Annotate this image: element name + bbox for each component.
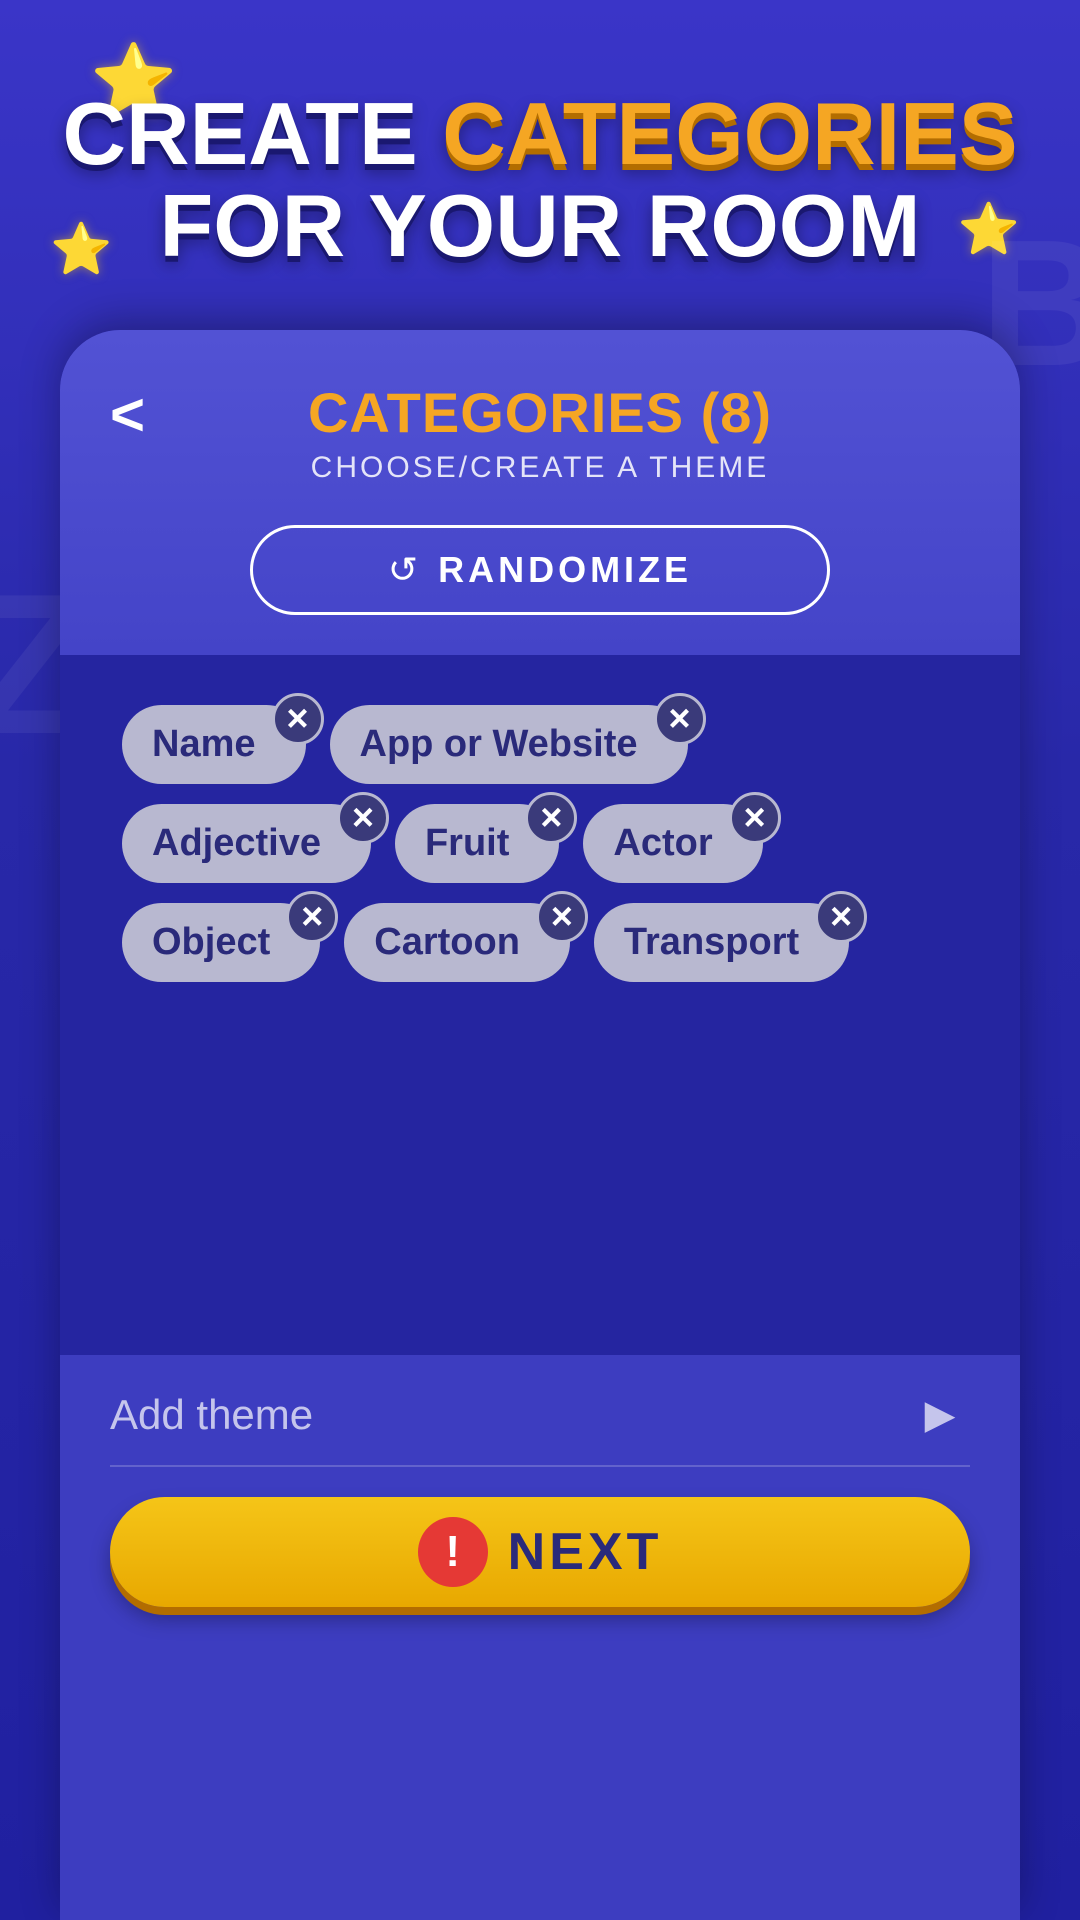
category-tag-appwebsite[interactable]: App or Website — [330, 705, 688, 784]
title-line1: CREATE CATEGORIES — [60, 90, 1020, 178]
next-label: NEXT — [508, 1522, 663, 1582]
main-card: < CATEGORIES (8) CHOOSE/CREATE A THEME ↺… — [60, 330, 1020, 1920]
category-label-fruit: Fruit — [425, 822, 509, 865]
card-header: < CATEGORIES (8) CHOOSE/CREATE A THEME ↺… — [60, 330, 1020, 655]
remove-fruit-button[interactable] — [525, 792, 577, 844]
add-theme-label: Add theme — [110, 1391, 313, 1439]
title-create: CREATE — [62, 84, 417, 183]
category-label-cartoon: Cartoon — [374, 921, 520, 964]
tags-row: Name App or Website Adjective Fruit Acto… — [110, 695, 970, 992]
category-tag-name[interactable]: Name — [122, 705, 306, 784]
card-subtitle: CHOOSE/CREATE A THEME — [120, 451, 960, 485]
category-tag-actor[interactable]: Actor — [583, 804, 762, 883]
remove-cartoon-button[interactable] — [536, 891, 588, 943]
warning-symbol: ! — [445, 1527, 460, 1577]
category-label-transport: Transport — [624, 921, 799, 964]
randomize-label: RANDOMIZE — [438, 549, 692, 591]
category-label-adjective: Adjective — [152, 822, 321, 865]
category-tag-transport[interactable]: Transport — [594, 903, 849, 982]
category-label-actor: Actor — [613, 822, 712, 865]
remove-object-button[interactable] — [286, 891, 338, 943]
category-tag-object[interactable]: Object — [122, 903, 320, 982]
remove-adjective-button[interactable] — [337, 792, 389, 844]
category-tag-fruit[interactable]: Fruit — [395, 804, 559, 883]
remove-appwebsite-button[interactable] — [654, 693, 706, 745]
card-title: CATEGORIES (8) — [120, 380, 960, 445]
remove-actor-button[interactable] — [729, 792, 781, 844]
back-button[interactable]: < — [110, 385, 145, 445]
category-label-name: Name — [152, 723, 256, 766]
add-theme-row[interactable]: Add theme — [110, 1385, 970, 1467]
categories-area: Name App or Website Adjective Fruit Acto… — [60, 655, 1020, 1355]
page-title-area: CREATE CATEGORIES FOR YOUR ROOM — [0, 90, 1080, 275]
title-line2: FOR YOUR ROOM — [60, 178, 1020, 275]
category-tag-cartoon[interactable]: Cartoon — [344, 903, 570, 982]
category-label-appwebsite: App or Website — [360, 723, 638, 766]
randomize-icon: ↺ — [388, 549, 418, 591]
warning-icon: ! — [418, 1517, 488, 1587]
next-button[interactable]: ! NEXT — [110, 1497, 970, 1607]
category-tag-adjective[interactable]: Adjective — [122, 804, 371, 883]
randomize-button[interactable]: ↺ RANDOMIZE — [250, 525, 830, 615]
remove-name-button[interactable] — [272, 693, 324, 745]
title-categories: CATEGORIES — [442, 84, 1017, 183]
remove-transport-button[interactable] — [815, 891, 867, 943]
add-theme-arrow[interactable] — [910, 1385, 970, 1445]
category-label-object: Object — [152, 921, 270, 964]
bottom-area: Add theme ! NEXT — [60, 1355, 1020, 1637]
